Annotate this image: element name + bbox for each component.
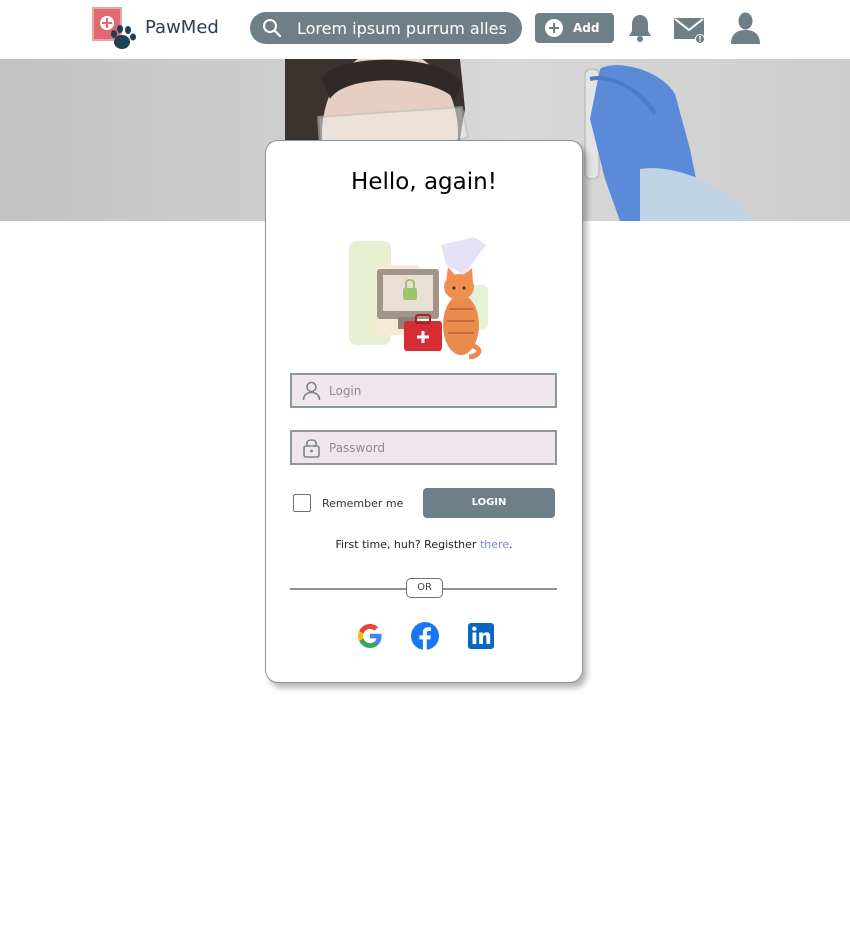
card-title: Hello, again! — [351, 169, 497, 195]
remember-me-checkbox[interactable] — [293, 494, 311, 512]
search-input[interactable] — [297, 12, 512, 44]
search-icon[interactable] — [262, 18, 282, 38]
bell-icon[interactable] — [627, 13, 653, 43]
logo-icon[interactable] — [92, 7, 136, 51]
remember-me-label[interactable]: Remember me — [322, 497, 403, 510]
login-card: Hello, again! Login Remember me LOGIN Fi… — [265, 140, 583, 683]
mail-icon[interactable] — [673, 15, 707, 45]
register-text: First time, huh? Registher — [335, 538, 480, 551]
register-suffix: . — [509, 538, 513, 551]
lock-icon — [303, 439, 320, 458]
add-circle-icon — [545, 19, 563, 37]
facebook-icon[interactable] — [410, 621, 440, 651]
register-link[interactable]: there — [480, 538, 509, 551]
login-field[interactable] — [290, 373, 557, 408]
user-outline-icon — [302, 381, 321, 401]
google-icon[interactable] — [355, 621, 385, 651]
password-field[interactable] — [290, 430, 557, 465]
add-button[interactable]: Add — [535, 13, 614, 43]
linkedin-icon[interactable] — [466, 621, 496, 651]
login-button[interactable]: LOGIN — [423, 488, 555, 518]
or-separator: OR — [406, 578, 443, 598]
brand-name[interactable]: PawMed — [145, 17, 219, 38]
search-bar[interactable] — [250, 12, 522, 44]
password-input[interactable] — [329, 432, 549, 463]
register-prompt: First time, huh? Registher there. — [266, 538, 582, 551]
top-bar: PawMed Add — [0, 0, 850, 59]
pet-security-illustration — [349, 237, 488, 359]
login-input[interactable] — [329, 375, 549, 406]
add-button-label: Add — [573, 21, 600, 35]
user-icon[interactable] — [729, 11, 762, 44]
